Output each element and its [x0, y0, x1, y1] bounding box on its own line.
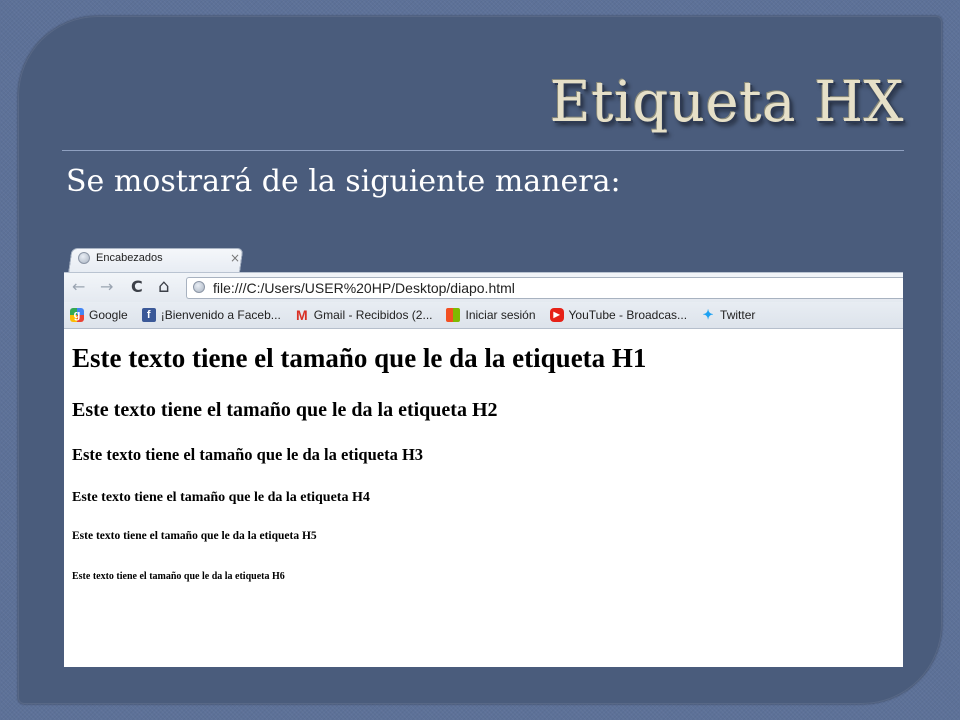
home-icon[interactable]: ⌂ [158, 277, 169, 297]
heading-h4: Este texto tiene el tamaño que le da la … [72, 490, 370, 505]
bookmark-youtube[interactable]: ▶ YouTube - Broadcas... [549, 308, 688, 322]
bookmark-iniciar-sesion[interactable]: Iniciar sesión [446, 308, 536, 322]
reload-icon[interactable]: C [131, 277, 143, 297]
back-arrow-icon[interactable]: ← [72, 277, 85, 297]
bookmarks-bar: g Google f ¡Bienvenido a Faceb... M Gmai… [64, 302, 903, 329]
facebook-icon: f [141, 308, 156, 322]
tab-content: Encabezados × [78, 251, 240, 265]
tab-title: Encabezados [96, 252, 163, 264]
heading-h6: Este texto tiene el tamaño que le da la … [72, 571, 285, 582]
heading-h3: Este texto tiene el tamaño que le da la … [72, 445, 424, 464]
heading-h2: Este texto tiene el tamaño que le da la … [72, 399, 498, 421]
google-icon: g [70, 308, 84, 322]
twitter-icon: ✦ [702, 307, 714, 322]
page-content: Este texto tiene el tamaño que le da la … [64, 329, 903, 667]
tab-strip: Encabezados × [64, 246, 903, 273]
heading-h1: Este texto tiene el tamaño que le da la … [72, 343, 647, 373]
address-globe-icon [193, 281, 205, 293]
title-divider [62, 150, 904, 151]
tab-close-icon[interactable]: × [230, 251, 240, 265]
browser-window: Encabezados × ← → C ⌂ file:///C:/Users/U… [64, 246, 903, 667]
gmail-icon: M [295, 307, 308, 323]
forward-arrow-icon[interactable]: → [100, 277, 113, 297]
address-bar[interactable]: file:///C:/Users/USER%20HP/Desktop/diapo… [186, 277, 903, 299]
bookmark-gmail[interactable]: M Gmail - Recibidos (2... [295, 308, 433, 322]
browser-toolbar: ← → C ⌂ file:///C:/Users/USER%20HP/Deskt… [64, 272, 903, 303]
page-globe-icon [78, 252, 90, 264]
bookmark-twitter[interactable]: ✦ Twitter [701, 307, 756, 323]
bookmark-label: YouTube - Broadcas... [568, 308, 688, 322]
windows-live-icon [446, 308, 461, 322]
slide-background: Etiqueta HX Se mostrará de la siguiente … [0, 0, 960, 720]
slide-title: Etiqueta HX [549, 70, 904, 135]
bookmark-label: Iniciar sesión [465, 308, 536, 322]
address-url[interactable]: file:///C:/Users/USER%20HP/Desktop/diapo… [213, 280, 515, 296]
bookmark-label: Google [89, 308, 128, 322]
bookmark-label: Twitter [720, 308, 756, 322]
bookmark-google[interactable]: g Google [70, 308, 128, 322]
slide-subtitle: Se mostrará de la siguiente manera: [66, 164, 621, 199]
bookmark-label: Gmail - Recibidos (2... [313, 308, 433, 322]
heading-h5: Este texto tiene el tamaño que le da la … [72, 530, 317, 542]
bookmark-facebook[interactable]: f ¡Bienvenido a Faceb... [141, 308, 281, 322]
bookmark-label: ¡Bienvenido a Faceb... [160, 308, 281, 322]
youtube-icon: ▶ [549, 308, 564, 322]
